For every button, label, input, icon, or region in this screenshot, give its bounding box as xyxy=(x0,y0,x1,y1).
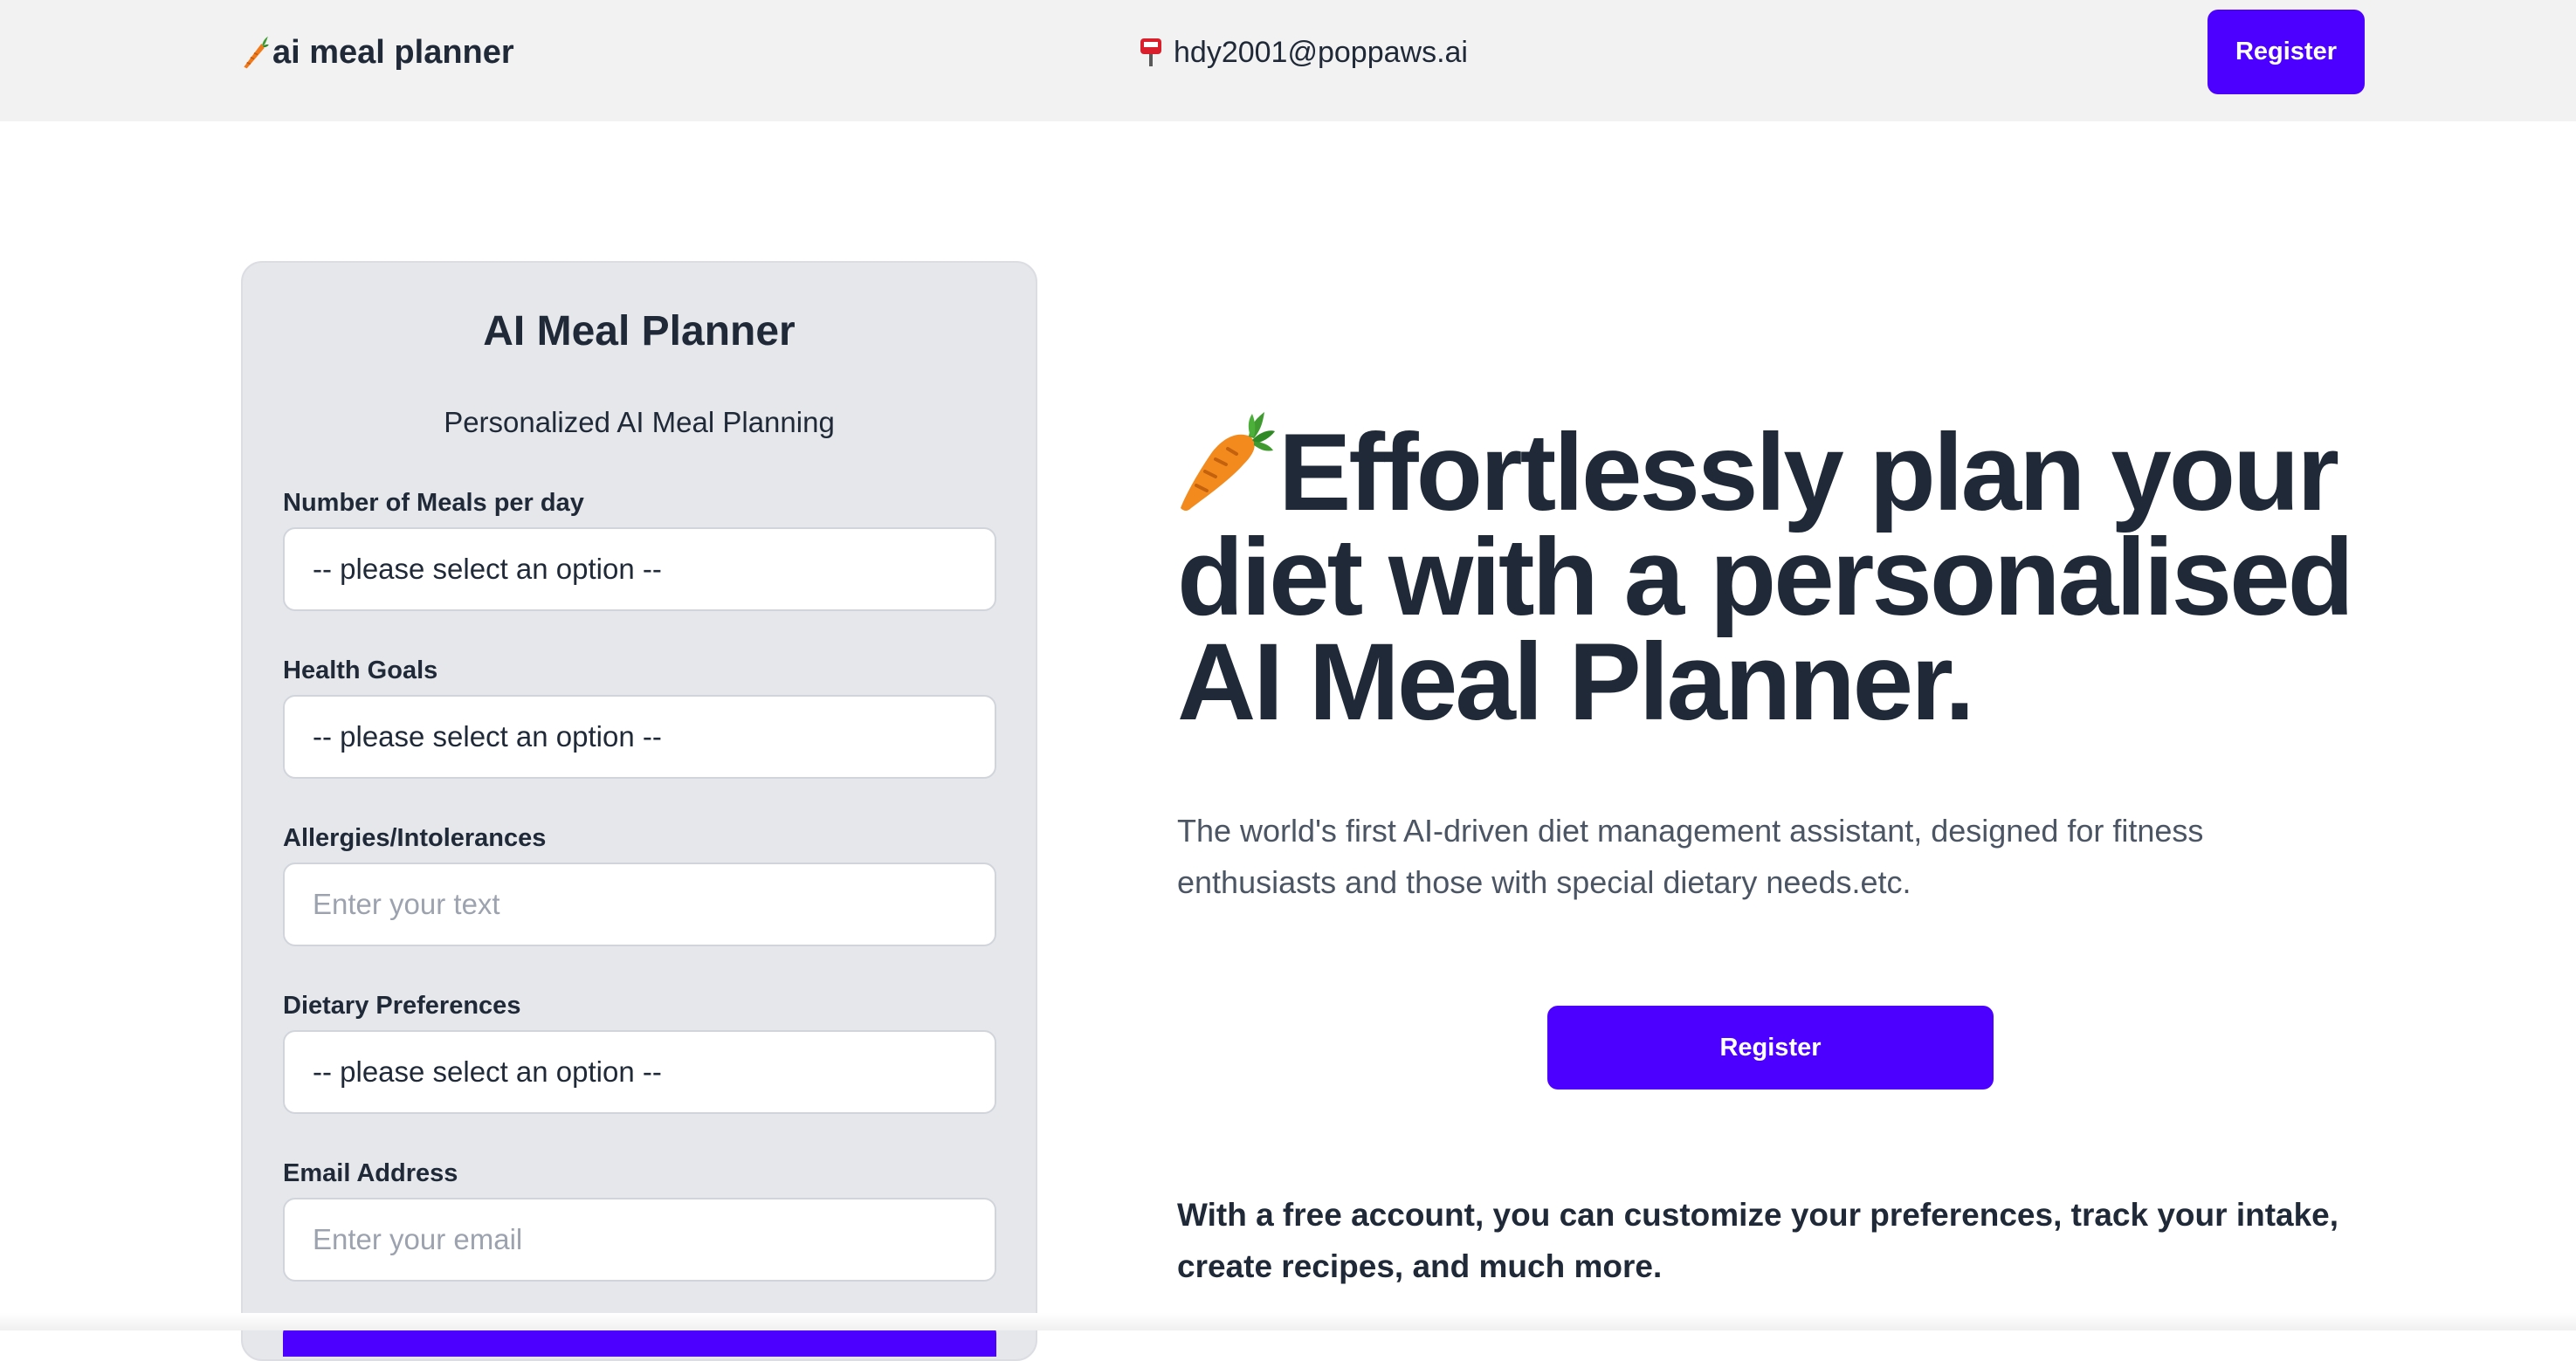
meals-per-day-label: Number of Meals per day xyxy=(283,489,584,517)
email-input[interactable]: Enter your email xyxy=(283,1198,996,1282)
contact-email-text: hdy2001@poppaws.ai xyxy=(1174,35,1468,69)
health-goals-select[interactable]: -- please select an option -- xyxy=(283,695,996,779)
meals-per-day-select[interactable]: -- please select an option -- xyxy=(283,527,996,611)
email-address-label: Email Address xyxy=(283,1159,458,1187)
brand-logo[interactable]: ai meal planner xyxy=(239,30,514,75)
health-goals-label: Health Goals xyxy=(283,656,438,684)
contact-email[interactable]: hdy2001@poppaws.ai xyxy=(1139,31,1468,73)
top-nav-bar: ai meal planner hdy2001@poppaws.ai Regis… xyxy=(0,0,2576,121)
carrot-icon xyxy=(244,36,269,69)
allergies-input[interactable]: Enter your text xyxy=(283,863,996,946)
hero-headline: Effortlessly plan your diet with a perso… xyxy=(1177,410,2400,737)
free-account-note: With a free account, you can customize y… xyxy=(1177,1197,2339,1284)
hero-register-button[interactable]: Register xyxy=(1547,1006,1994,1089)
brand-name: ai meal planner xyxy=(272,33,514,71)
page-bottom-edge xyxy=(0,1313,2576,1330)
form-title: AI Meal Planner xyxy=(483,308,796,354)
dietary-preferences-label: Dietary Preferences xyxy=(283,992,521,1020)
hero-headline-text: Effortlessly plan your diet with a perso… xyxy=(1177,412,2354,743)
mailbox-icon xyxy=(1140,38,1161,66)
hero-description: The world's first AI-driven diet managem… xyxy=(1177,813,2204,900)
dietary-preferences-select[interactable]: -- please select an option -- xyxy=(283,1030,996,1114)
form-subtitle: Personalized AI Meal Planning xyxy=(444,406,835,438)
carrot-icon xyxy=(1181,412,1275,511)
allergies-label: Allergies/Intolerances xyxy=(283,824,547,852)
header-register-button[interactable]: Register xyxy=(2208,10,2365,94)
